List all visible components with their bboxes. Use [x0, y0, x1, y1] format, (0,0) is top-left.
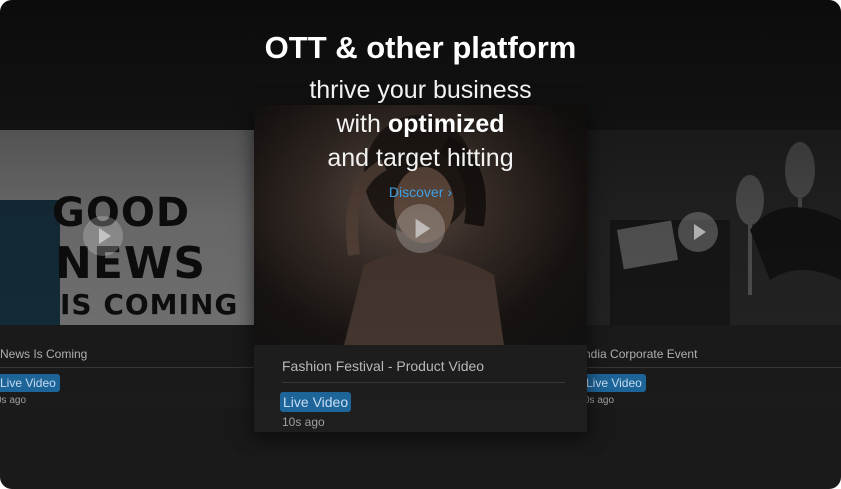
video-title[interactable]: Fashion Festival - Product Video	[282, 358, 484, 374]
play-icon[interactable]	[83, 216, 123, 256]
chevron-right-icon: ›	[447, 184, 453, 200]
divider	[0, 367, 260, 368]
ott-banner: GOOD NEWS IS COMING News Is Coming Live …	[0, 0, 841, 489]
hero-subtitle-line1: thrive your business	[309, 76, 532, 104]
divider	[580, 367, 841, 368]
hero-subtitle-line3: and target hitting	[327, 144, 514, 172]
video-title[interactable]: ndia Corporate Event	[584, 347, 697, 361]
discover-label: Discover	[388, 184, 444, 200]
discover-link[interactable]: Discover ›	[0, 184, 841, 200]
hero-subtitle-line2: with optimized	[0, 110, 841, 139]
video-timestamp: 0s ago	[584, 395, 615, 406]
live-video-badge: Live Video	[582, 374, 646, 392]
live-video-badge: Live Video	[0, 374, 60, 392]
live-video-badge: Live Video	[280, 392, 352, 412]
divider	[282, 382, 565, 383]
video-timestamp: 0s ago	[0, 395, 27, 406]
hero-line2-emphasis: optimized	[387, 110, 505, 138]
video-title[interactable]: News Is Coming	[0, 347, 87, 361]
hero-title: OTT & other platform	[264, 30, 577, 65]
play-icon[interactable]	[678, 212, 718, 252]
hero-line2-prefix: with	[336, 110, 381, 138]
video-timestamp: 10s ago	[282, 415, 325, 429]
play-icon[interactable]	[396, 204, 445, 253]
